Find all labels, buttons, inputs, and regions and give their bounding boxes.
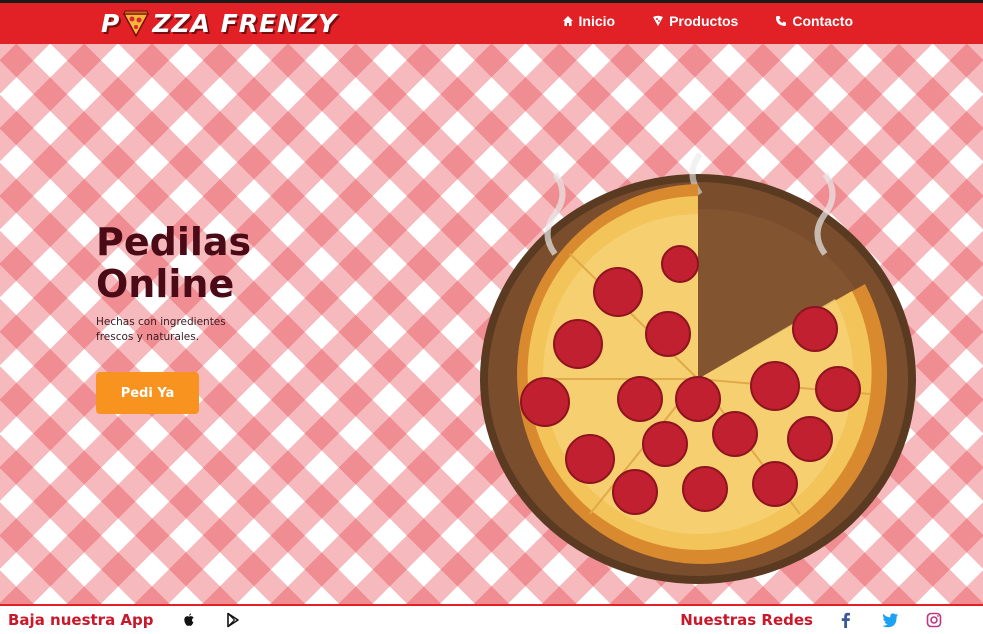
hero-title-line1: Pedilas [96,220,252,264]
pizza-slice-icon [653,15,664,26]
social-group: Nuestras Redes [680,611,943,629]
nav-item-label: Contacto [792,13,853,29]
logo-text-right: ZZA FRENZY [152,8,338,38]
social-label: Nuestras Redes [680,611,813,629]
hero-section: Pedilas Online Hechas con ingredientes f… [0,44,983,604]
brand-logo[interactable]: P ZZA FRENZY [101,7,337,39]
logo-text-left: P [101,8,121,38]
facebook-icon[interactable] [837,611,855,629]
nav-item-label: Inicio [578,13,616,29]
phone-icon [776,16,787,26]
home-icon [562,16,573,26]
instagram-icon[interactable] [925,611,943,629]
nav-item-label: Productos [669,13,739,29]
pizza-logo-icon [123,10,150,38]
hero-title-line2: Online [96,262,235,306]
footer-bar: Baja nuestra App Nuestras Redes [0,604,983,634]
nav-item-inicio[interactable]: Inicio [562,13,616,29]
google-play-icon[interactable] [225,612,241,628]
twitter-icon[interactable] [881,611,899,629]
pepperoni-pizza-image [480,152,916,584]
order-now-button[interactable]: Pedi Ya [96,372,199,414]
apple-icon[interactable] [181,612,197,628]
app-download-label: Baja nuestra App [8,611,154,629]
app-download-group: Baja nuestra App [8,611,241,629]
top-navbar: P ZZA FRENZY Inicio Productos Contacto [0,0,983,44]
nav-item-productos[interactable]: Productos [652,13,738,29]
main-nav: Inicio Productos Contacto [562,13,853,29]
nav-item-contacto[interactable]: Contacto [775,13,853,29]
hero-subtitle: Hechas con ingredientes frescos y natura… [96,316,226,343]
hero-title: Pedilas Online [96,221,356,305]
